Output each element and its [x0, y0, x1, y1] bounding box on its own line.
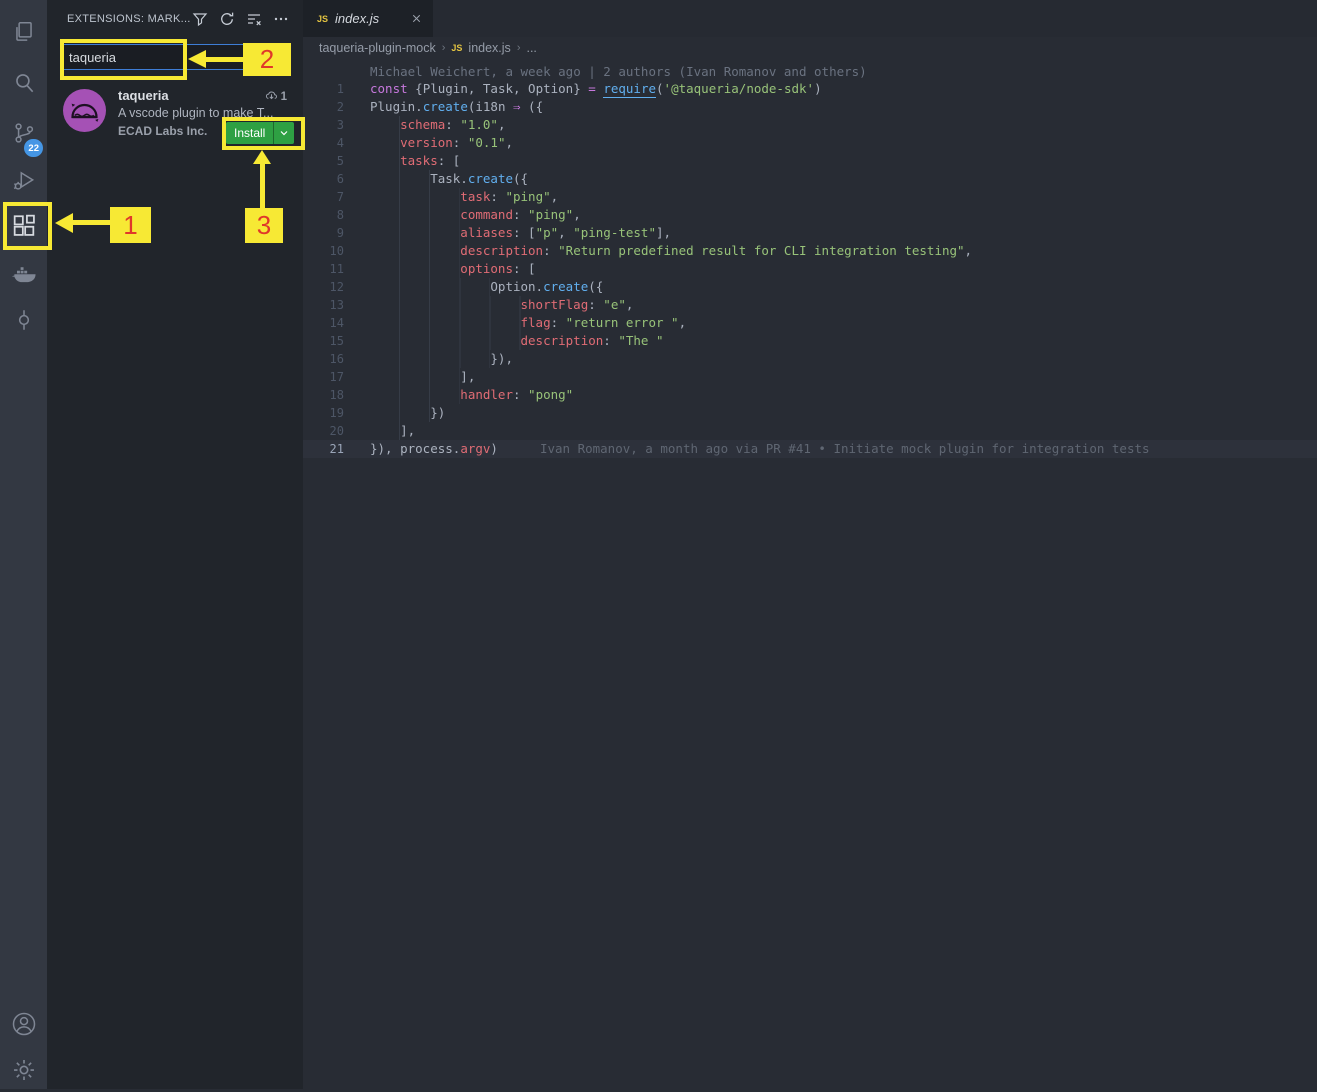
code-lines: 1const {Plugin, Task, Option} = require(… [303, 80, 1317, 458]
commit-icon[interactable] [0, 298, 47, 342]
extension-install-count: 1 [265, 89, 287, 105]
extensions-icon[interactable] [0, 203, 47, 247]
line-number: 6 [303, 170, 344, 188]
settings-gear-icon[interactable] [0, 1048, 47, 1092]
extension-description: A vscode plugin to make T... [118, 106, 290, 120]
install-button-label[interactable]: Install [226, 122, 273, 144]
code-line[interactable]: 3schema: "1.0", [303, 116, 1317, 134]
line-number: 1 [303, 80, 344, 98]
line-number: 14 [303, 314, 344, 332]
line-number: 4 [303, 134, 344, 152]
extensions-sidebar: EXTENSIONS: MARK... taqueria 1 A vscode … [47, 0, 303, 1089]
gitlens-codelens[interactable]: Michael Weichert, a week ago | 2 authors… [303, 59, 1317, 80]
docker-icon[interactable] [0, 252, 47, 296]
extension-publisher: ECAD Labs Inc. [118, 124, 207, 138]
line-number: 16 [303, 350, 344, 368]
scm-badge: 22 [24, 139, 43, 157]
clear-results-icon[interactable] [246, 11, 262, 27]
install-count-icon [265, 89, 278, 105]
run-debug-icon[interactable] [0, 159, 47, 203]
code-line[interactable]: 11options: [ [303, 260, 1317, 278]
extension-name: taqueria [118, 88, 169, 103]
install-button[interactable]: Install [226, 122, 294, 144]
code-line[interactable]: 13shortFlag: "e", [303, 296, 1317, 314]
code-line[interactable]: 21}), process.argv)Ivan Romanov, a month… [303, 440, 1317, 458]
explorer-icon[interactable] [0, 10, 47, 54]
line-number: 20 [303, 422, 344, 440]
code-line[interactable]: 2Plugin.create(i18n ⇒ ({ [303, 98, 1317, 116]
taqueria-extension-icon [63, 89, 106, 132]
breadcrumb-separator: › [442, 42, 446, 54]
line-number: 12 [303, 278, 344, 296]
code-line[interactable]: 16}), [303, 350, 1317, 368]
code-line[interactable]: 17], [303, 368, 1317, 386]
breadcrumb-symbol[interactable]: ... [526, 41, 536, 55]
extensions-search-input[interactable] [62, 44, 290, 70]
inline-blame: Ivan Romanov, a month ago via PR #41 • I… [540, 440, 1150, 458]
code-line[interactable]: 4version: "0.1", [303, 134, 1317, 152]
more-actions-icon[interactable] [273, 11, 289, 27]
code-line[interactable]: 14flag: "return error ", [303, 314, 1317, 332]
search-icon[interactable] [0, 61, 47, 105]
sidebar-header: EXTENSIONS: MARK... [47, 0, 303, 37]
line-number: 21 [303, 440, 344, 458]
breadcrumb-file[interactable]: index.js [468, 41, 510, 55]
tab-bar: JS index.js [303, 0, 1317, 37]
line-number: 15 [303, 332, 344, 350]
code-line[interactable]: 15description: "The " [303, 332, 1317, 350]
code-line[interactable]: 12Option.create({ [303, 278, 1317, 296]
code-line[interactable]: 6Task.create({ [303, 170, 1317, 188]
line-number: 9 [303, 224, 344, 242]
code-line[interactable]: 10description: "Return predefined result… [303, 242, 1317, 260]
code-line[interactable]: 19}) [303, 404, 1317, 422]
line-number: 7 [303, 188, 344, 206]
tab-close-icon[interactable] [410, 12, 423, 25]
line-number: 13 [303, 296, 344, 314]
code-line[interactable]: 5tasks: [ [303, 152, 1317, 170]
tab-label: index.js [335, 11, 403, 26]
code-line[interactable]: 20], [303, 422, 1317, 440]
code-line[interactable]: 7task: "ping", [303, 188, 1317, 206]
line-number: 18 [303, 386, 344, 404]
breadcrumb-folder[interactable]: taqueria-plugin-mock [319, 41, 436, 55]
activity-bar: 22 [0, 0, 47, 1089]
breadcrumb-separator: › [517, 42, 521, 54]
refresh-icon[interactable] [219, 11, 235, 27]
js-file-icon: JS [451, 43, 462, 53]
line-number: 8 [303, 206, 344, 224]
filter-icon[interactable] [192, 11, 208, 27]
code-line[interactable]: 8command: "ping", [303, 206, 1317, 224]
line-number: 17 [303, 368, 344, 386]
line-number: 2 [303, 98, 344, 116]
line-number: 19 [303, 404, 344, 422]
tab-index-js[interactable]: JS index.js [303, 0, 433, 37]
editor-group: JS index.js taqueria-plugin-mock › JS in… [303, 0, 1317, 1089]
js-file-icon: JS [317, 14, 328, 24]
code-line[interactable]: 1const {Plugin, Task, Option} = require(… [303, 80, 1317, 98]
code-line[interactable]: 18handler: "pong" [303, 386, 1317, 404]
breadcrumb: taqueria-plugin-mock › JS index.js › ... [303, 37, 1317, 59]
line-number: 11 [303, 260, 344, 278]
line-number: 3 [303, 116, 344, 134]
source-control-icon[interactable]: 22 [0, 111, 47, 155]
sidebar-title: EXTENSIONS: MARK... [67, 13, 192, 25]
account-icon[interactable] [0, 1002, 47, 1046]
extension-list-item[interactable]: taqueria 1 A vscode plugin to make T... … [47, 86, 303, 150]
line-number: 10 [303, 242, 344, 260]
line-number: 5 [303, 152, 344, 170]
install-dropdown-chevron-icon[interactable] [273, 122, 294, 144]
code-line[interactable]: 9aliases: ["p", "ping-test"], [303, 224, 1317, 242]
